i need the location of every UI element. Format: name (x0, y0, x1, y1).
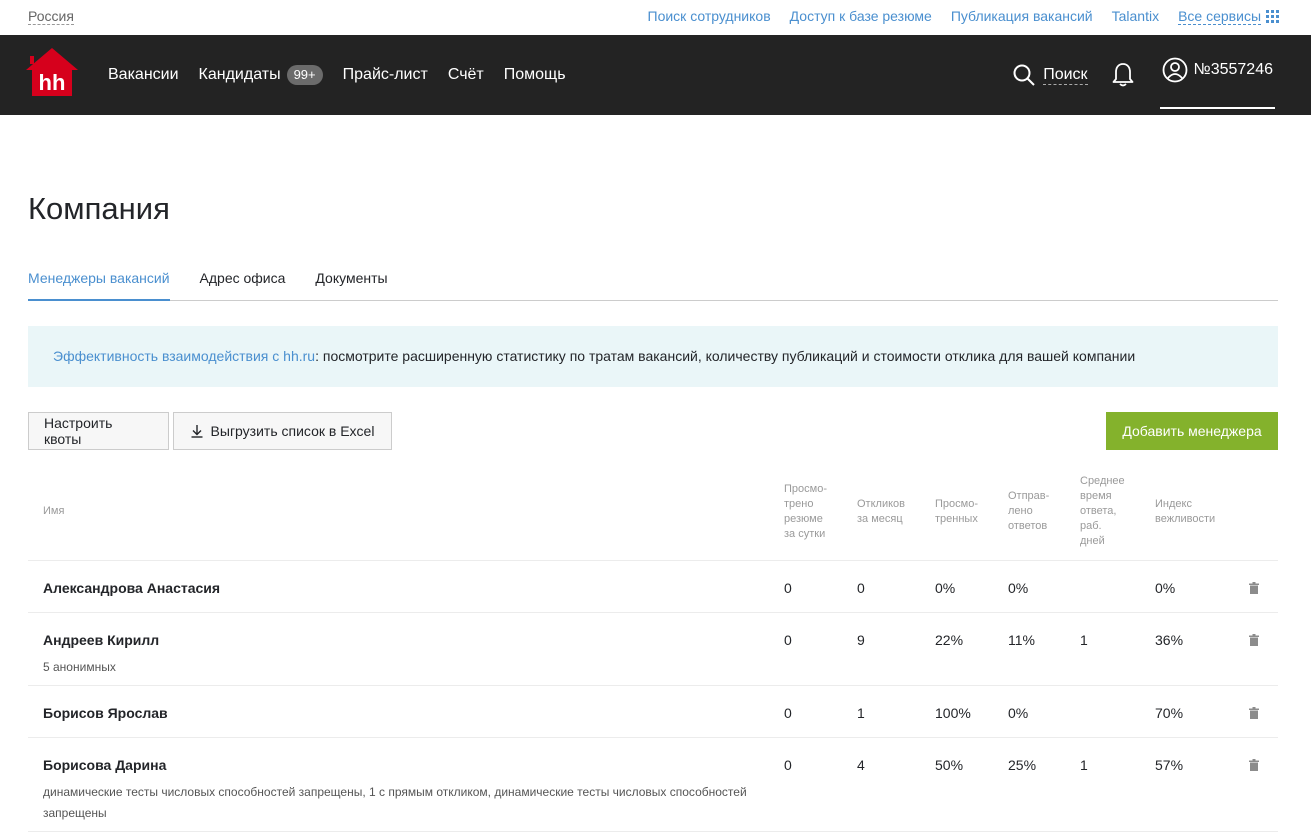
manager-note: 5 анонимных (43, 660, 116, 674)
table-header: Имя Просмо-трено резюме за сутки Откликов з… (28, 462, 1278, 561)
configure-quotas-button[interactable]: Настроить квоты (28, 412, 169, 450)
table-row: Борисов Ярослав 0 1 100% 0% 70% (28, 686, 1278, 738)
nav-item-label: Кандидаты (198, 66, 281, 83)
header-politeness: Индекс вежливости (1155, 497, 1216, 525)
cell-viewed-resumes: 0 (784, 757, 792, 773)
search-icon (1013, 64, 1035, 86)
tab-office-address[interactable]: Адрес офиса (200, 266, 286, 301)
bell-icon (1112, 63, 1133, 87)
cell-avg-time: 1 (1080, 757, 1088, 773)
logo-text: hh (39, 70, 66, 95)
nav-item-label: Помощь (503, 66, 566, 83)
top-link-talantix[interactable]: Talantix (1112, 7, 1159, 25)
cell-politeness: 0% (1155, 580, 1176, 596)
cell-sent: 11% (1008, 632, 1035, 648)
cell-responses: 1 (857, 705, 865, 721)
add-manager-button[interactable]: Добавить менеджера (1106, 412, 1278, 450)
tab-vacancy-managers[interactable]: Менеджеры вакансий (28, 266, 170, 301)
cell-avg-time: 1 (1080, 632, 1088, 648)
header-avg-time: Среднее время ответа, раб. дней (1080, 475, 1125, 547)
search-label: Поиск (1043, 65, 1088, 85)
export-excel-button[interactable]: Выгрузить список в Excel (173, 412, 392, 450)
cell-viewed: 50% (935, 757, 964, 773)
header-name: Имя (43, 505, 65, 517)
cell-viewed: 22% (935, 632, 964, 648)
candidates-count-badge: 99+ (286, 65, 323, 85)
nav-item-label: Счёт (447, 66, 484, 83)
trash-icon[interactable] (1249, 582, 1259, 594)
page-title: Компания (28, 191, 170, 226)
download-icon (191, 424, 203, 438)
export-excel-label: Выгрузить список в Excel (210, 423, 375, 439)
header-viewed: Просмо-тренных (935, 497, 978, 525)
all-services-button[interactable]: Все сервисы (1178, 7, 1279, 25)
cell-sent: 0% (1008, 705, 1029, 721)
table-row: Борисова Дарина динамические тесты число… (28, 738, 1278, 832)
nav-item-vacancies[interactable]: Вакансии (108, 66, 179, 84)
cell-responses: 4 (857, 757, 865, 773)
cell-viewed-resumes: 0 (784, 705, 792, 721)
cell-sent: 25% (1008, 757, 1037, 773)
main-navbar: hh Вакансии Кандидаты 99+ Прайс-лист Счё… (0, 35, 1311, 115)
table-row: Александрова Анастасия 0 0 0% 0% 0% (28, 561, 1278, 613)
info-text: : посмотрите расширенную статистику по т… (315, 348, 1136, 364)
cell-responses: 0 (857, 580, 865, 596)
manager-name[interactable]: Борисова Дарина (43, 757, 166, 773)
top-link-vacancy-publish[interactable]: Публикация вакансий (951, 7, 1093, 25)
search-button[interactable]: Поиск (1013, 64, 1088, 86)
nav-item-candidates[interactable]: Кандидаты 99+ (199, 65, 323, 85)
nav-menu: Вакансии Кандидаты 99+ Прайс-лист Счёт П… (108, 35, 566, 115)
nav-item-label: Прайс-лист (342, 66, 428, 83)
account-number: №3557246 (1193, 61, 1273, 78)
nav-item-label: Вакансии (108, 66, 179, 83)
account-menu[interactable]: №3557246 (1159, 33, 1275, 109)
trash-icon[interactable] (1249, 759, 1259, 771)
notifications-button[interactable] (1112, 62, 1134, 88)
cell-politeness: 36% (1155, 632, 1184, 648)
user-icon (1162, 57, 1187, 83)
header-sent: Отправ-лено ответов (1008, 490, 1050, 532)
cell-viewed-resumes: 0 (784, 632, 792, 648)
header-viewed-resumes: Просмо-трено резюме за сутки (784, 482, 827, 540)
info-banner: Эффективность взаимодействия с hh.ru: по… (28, 326, 1278, 387)
tabs: Менеджеры вакансий Адрес офиса Документы (28, 266, 1278, 301)
tab-documents[interactable]: Документы (315, 266, 387, 301)
cell-politeness: 57% (1155, 757, 1184, 773)
manager-name[interactable]: Борисов Ярослав (43, 705, 168, 721)
nav-item-help[interactable]: Помощь (504, 66, 566, 84)
top-link-resume-access[interactable]: Доступ к базе резюме (790, 7, 932, 25)
region-selector[interactable]: Россия (28, 8, 74, 25)
manager-note: динамические тесты числовых способностей… (43, 785, 747, 820)
top-utility-bar: Россия Поиск сотрудников Доступ к базе р… (0, 0, 1311, 35)
top-links: Поиск сотрудников Доступ к базе резюме П… (648, 7, 1279, 25)
cell-viewed: 0% (935, 580, 956, 596)
header-responses: Откликов за месяц (857, 497, 905, 525)
cell-sent: 0% (1008, 580, 1029, 596)
cell-responses: 9 (857, 632, 865, 648)
trash-icon[interactable] (1249, 634, 1259, 646)
cell-viewed-resumes: 0 (784, 580, 792, 596)
manager-name[interactable]: Андреев Кирилл (43, 632, 159, 648)
all-services-label: Все сервисы (1178, 7, 1261, 25)
nav-item-price-list[interactable]: Прайс-лист (343, 66, 428, 84)
cell-viewed: 100% (935, 705, 971, 721)
nav-item-invoice[interactable]: Счёт (448, 66, 484, 84)
add-manager-label: Добавить менеджера (1122, 423, 1262, 439)
configure-quotas-label: Настроить квоты (44, 415, 113, 447)
table-row: Андреев Кирилл 5 анонимных 0 9 22% 11% 1… (28, 613, 1278, 686)
nav-right: Поиск №3557246 (1013, 35, 1275, 115)
hh-logo-icon[interactable]: hh (26, 48, 78, 96)
manager-name[interactable]: Александрова Анастасия (43, 580, 220, 596)
cell-politeness: 70% (1155, 705, 1184, 721)
grid-icon (1266, 9, 1279, 23)
efficiency-link[interactable]: Эффективность взаимодействия с hh.ru (53, 348, 315, 364)
trash-icon[interactable] (1249, 707, 1259, 719)
top-link-employee-search[interactable]: Поиск сотрудников (648, 7, 771, 25)
